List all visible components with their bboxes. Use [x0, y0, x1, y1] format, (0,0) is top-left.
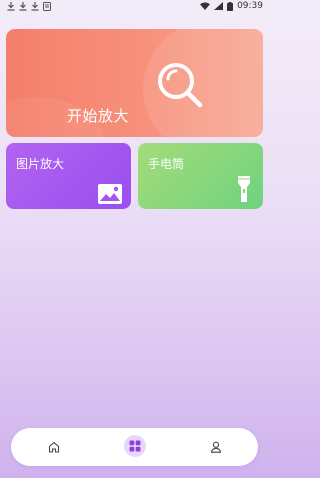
- clock: 09:39: [237, 1, 263, 11]
- bottom-nav: [11, 428, 258, 466]
- flashlight-label: 手电筒: [148, 157, 185, 171]
- download-icon: [31, 2, 39, 11]
- image-zoom-card[interactable]: 图片放大: [6, 143, 131, 209]
- notification-icons: [7, 2, 51, 11]
- user-icon: [210, 441, 222, 453]
- nav-profile[interactable]: [206, 437, 226, 457]
- magnifier-icon: [158, 63, 203, 108]
- nav-apps[interactable]: [124, 435, 146, 457]
- image-zoom-label: 图片放大: [16, 157, 65, 171]
- home-icon: [48, 441, 60, 453]
- signal-icon: [214, 2, 224, 10]
- nav-home[interactable]: [44, 437, 64, 457]
- start-zoom-card[interactable]: 开始放大: [6, 29, 263, 137]
- download-icon: [19, 2, 27, 11]
- battery-icon: [227, 1, 234, 11]
- wifi-icon: [200, 2, 211, 10]
- image-icon: [98, 184, 122, 204]
- flashlight-icon: [238, 176, 250, 202]
- app-notification-icon: [43, 2, 51, 11]
- download-icon: [7, 2, 15, 11]
- status-bar: 09:39: [0, 0, 269, 14]
- grid-icon: [129, 440, 141, 452]
- start-zoom-label: 开始放大: [67, 107, 130, 125]
- status-right: 09:39: [200, 1, 263, 11]
- flashlight-card[interactable]: 手电筒: [138, 143, 263, 209]
